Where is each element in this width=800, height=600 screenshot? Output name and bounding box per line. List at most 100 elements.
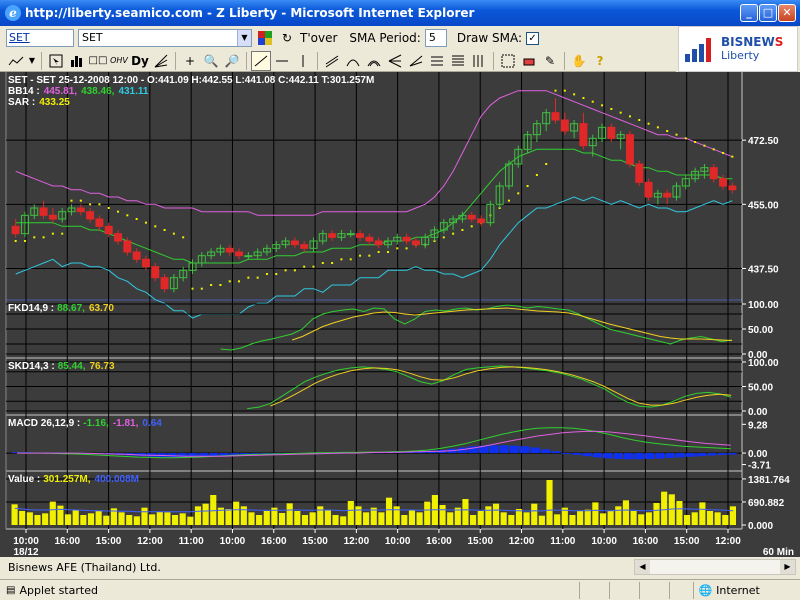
channel-icon[interactable] <box>322 51 342 71</box>
zoom-in-icon[interactable]: 🔍 <box>201 51 221 71</box>
macd-histogram-bar <box>540 449 551 454</box>
volume-bar <box>508 515 515 525</box>
sar-point <box>200 287 203 290</box>
retracement-icon[interactable] <box>427 51 447 71</box>
volume-bar <box>531 503 538 525</box>
axis-tick-label: 690.882 <box>748 498 785 509</box>
sar-point <box>135 218 138 220</box>
bar-chart-icon[interactable] <box>67 51 87 71</box>
macd-histogram-bar <box>655 453 665 459</box>
chart-tools-toolbar: ▼ □□ OHV Dy + 🔍 🔎 ✎ ✋ ? <box>0 50 676 72</box>
legend-label: FKD14,9 : <box>8 303 54 314</box>
pencil-icon[interactable]: ✎ <box>540 51 560 71</box>
sar-point <box>303 265 306 268</box>
legend-label: MACD 26,12,9 : <box>8 418 80 429</box>
macd-histogram-bar <box>665 453 675 459</box>
volume-bar <box>439 505 446 525</box>
candle-body <box>114 233 123 242</box>
volume-bar <box>638 514 645 525</box>
sma-period-value: 5 <box>428 31 436 44</box>
volume-bar <box>729 506 736 525</box>
sar-point <box>545 163 548 165</box>
volume-bar <box>149 514 156 525</box>
zoom-out-icon[interactable]: 🔎 <box>222 51 242 71</box>
volume-bar <box>57 505 64 525</box>
chevron-down-icon[interactable]: ▼ <box>27 51 37 71</box>
eraser-icon[interactable] <box>519 51 539 71</box>
grid-lines-icon[interactable] <box>448 51 468 71</box>
sar-point <box>535 174 538 176</box>
symbol-code-input[interactable]: SET <box>6 29 74 47</box>
chart-svg[interactable]: 472.50 455.00 437.50 SET - SET 25-12-2008 1… <box>0 72 800 558</box>
sar-point <box>42 236 45 239</box>
chart-area[interactable]: 472.50 455.00 437.50 SET - SET 25-12-2008 1… <box>0 72 800 558</box>
symbol-select[interactable]: SET ▼ <box>78 29 252 47</box>
cycle-lines-icon[interactable] <box>469 51 489 71</box>
volume-bar <box>470 515 477 525</box>
maximize-button[interactable]: □ <box>759 4 777 22</box>
dy-icon[interactable]: Dy <box>130 51 150 71</box>
ie-icon: e <box>5 5 21 21</box>
volume-bar <box>156 511 163 525</box>
sar-point <box>265 273 268 275</box>
sma-period-input[interactable]: 5 <box>424 29 447 47</box>
volume-bar <box>447 512 454 525</box>
trendline-icon[interactable] <box>251 50 271 71</box>
volume-bar <box>26 512 33 525</box>
sar-point <box>442 236 445 239</box>
speed-lines-icon[interactable] <box>406 51 426 71</box>
crosshair-icon[interactable]: + <box>180 51 200 71</box>
draw-sma-checkbox[interactable]: ✓ <box>526 31 540 45</box>
chart-type-icon[interactable] <box>6 51 26 71</box>
sar-point <box>628 115 631 118</box>
cursor-box-icon[interactable] <box>46 51 66 71</box>
sar-point <box>601 104 604 107</box>
ohlc-icon[interactable]: OHV <box>109 51 129 71</box>
volume-bar <box>569 515 576 525</box>
hand-icon[interactable]: ✋ <box>569 51 589 71</box>
color-palette-icon[interactable] <box>256 29 274 47</box>
candle-body <box>160 277 169 290</box>
macd-histogram-bar <box>696 453 706 457</box>
sar-point <box>321 262 324 264</box>
zone-text: Internet <box>716 583 760 597</box>
volume-bar <box>477 511 484 525</box>
select-tool-icon[interactable] <box>498 51 518 71</box>
sar-point <box>340 258 343 261</box>
macd-histogram-bar <box>686 453 696 457</box>
horizontal-scrollbar[interactable]: ◀ ▶ <box>634 559 796 575</box>
sar-point <box>359 254 362 257</box>
fib-icon[interactable]: □□ <box>88 51 108 71</box>
minimize-button[interactable]: _ <box>740 4 758 22</box>
candle-body <box>607 126 616 139</box>
sar-point <box>331 262 334 264</box>
legend-value: -1.16, <box>83 418 109 429</box>
horizontal-line-icon[interactable] <box>272 51 292 71</box>
help-icon[interactable]: ? <box>590 51 610 71</box>
volume-bar <box>347 501 354 525</box>
volume-bar <box>699 502 706 525</box>
time-axis-label: 16:00 <box>261 536 287 547</box>
interval-label: 60 Min <box>763 547 794 557</box>
refresh-icon[interactable]: ↻ <box>278 29 296 47</box>
candle-body <box>365 236 374 242</box>
fan-lines-icon[interactable] <box>385 51 405 71</box>
volume-bar <box>309 512 316 525</box>
candle-body <box>141 258 150 268</box>
macd-histogram-bar <box>530 447 540 454</box>
sar-point <box>684 137 687 140</box>
candle-body <box>560 119 569 132</box>
scroll-right-icon[interactable]: ▶ <box>780 560 795 574</box>
sar-point <box>638 119 641 121</box>
arcs-icon[interactable] <box>364 51 384 71</box>
close-button[interactable]: ✕ <box>778 4 796 22</box>
volume-bar <box>164 512 171 525</box>
fan-icon[interactable] <box>151 51 171 71</box>
volume-bar <box>722 515 729 525</box>
arc-icon[interactable] <box>343 51 363 71</box>
chevron-down-icon[interactable]: ▼ <box>237 30 251 46</box>
legend-value: 88.67, <box>57 303 85 314</box>
scroll-left-icon[interactable]: ◀ <box>635 560 650 574</box>
sar-point <box>452 232 455 235</box>
vertical-line-icon[interactable] <box>293 51 313 71</box>
